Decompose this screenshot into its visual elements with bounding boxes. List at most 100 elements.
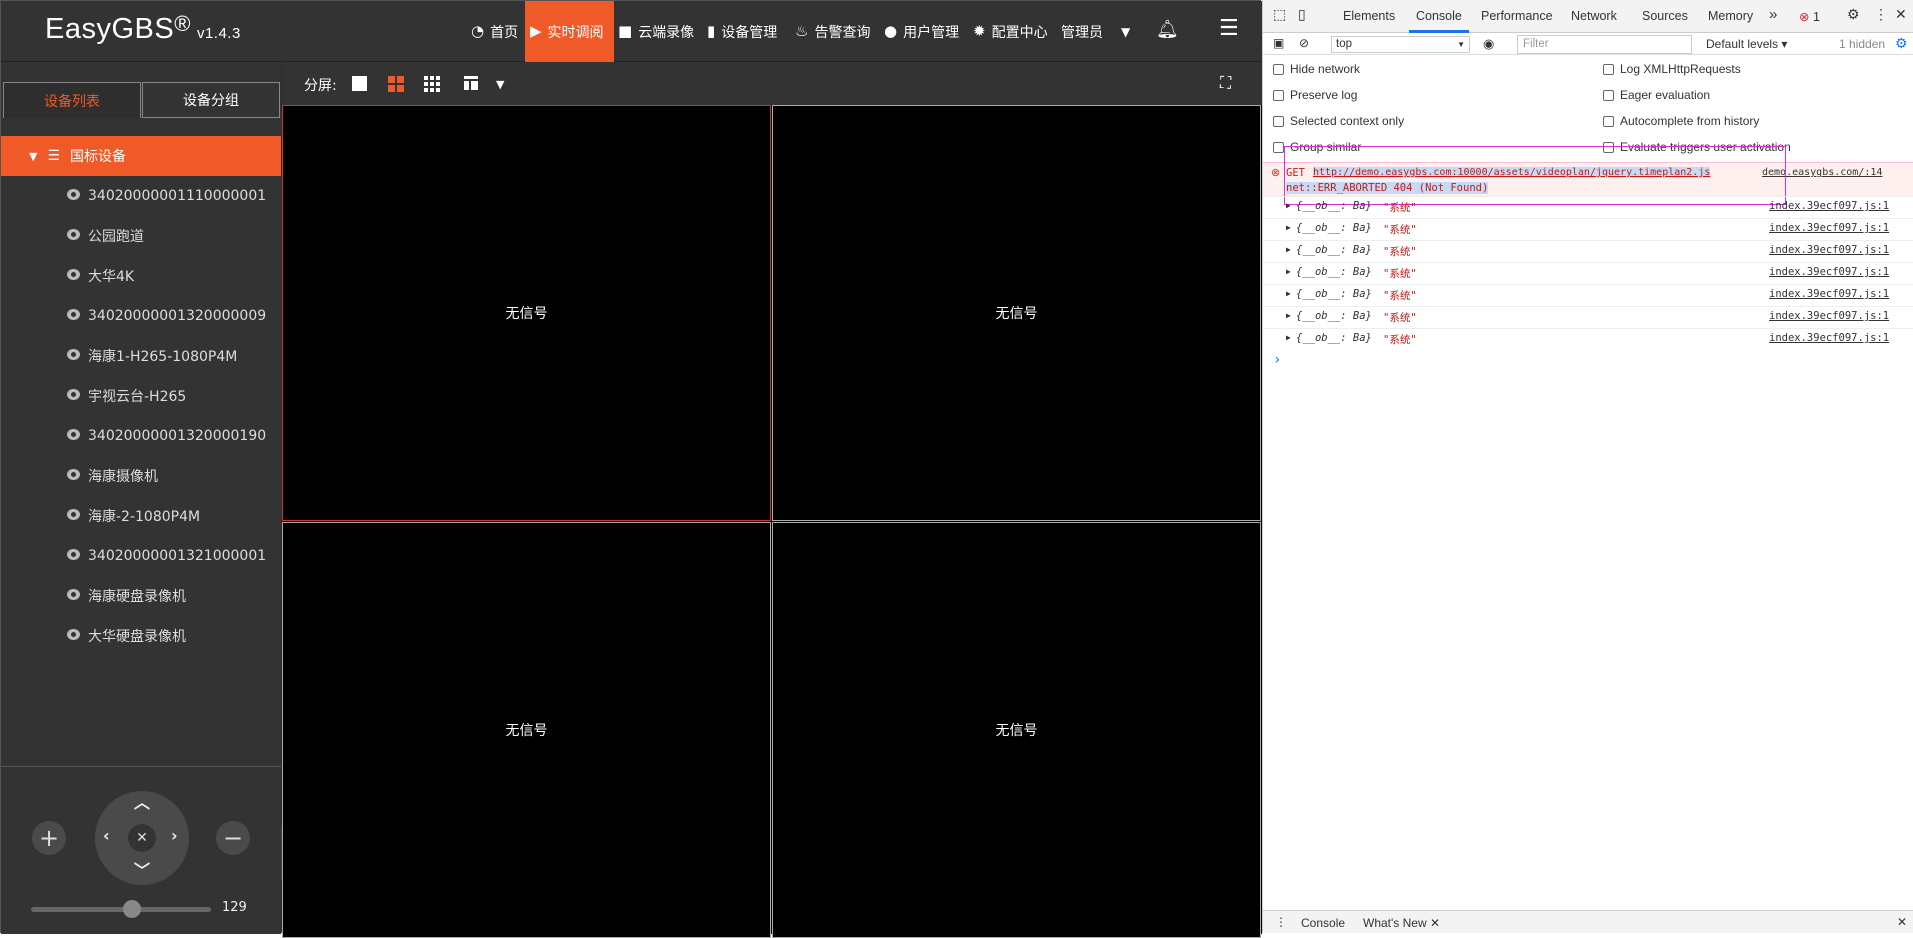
close-icon[interactable]: ✕ — [1895, 6, 1907, 23]
device-item[interactable]: 34020000001321000001 — [1, 536, 281, 576]
checkbox[interactable] — [1603, 63, 1614, 75]
split-1-icon[interactable] — [352, 76, 367, 91]
kebab-menu-icon[interactable]: ⋮ — [1874, 6, 1888, 23]
tab-memory[interactable]: Memory — [1708, 9, 1753, 23]
video-cell[interactable]: 无信号 — [772, 105, 1261, 521]
video-cell[interactable]: 无信号 — [282, 105, 771, 521]
clear-console-icon[interactable]: ⊘ — [1299, 36, 1309, 50]
user-menu[interactable]: 管理员 ▼ — [1061, 1, 1130, 62]
ptz-right-button[interactable]: › — [171, 828, 178, 844]
console-log-row[interactable]: ▶ {__ob__: Ba} "系统" index.39ecf097.js:1 — [1263, 240, 1913, 262]
ptz-up-button[interactable]: ︿ — [134, 795, 150, 811]
log-source-link[interactable]: index.39ecf097.js:1 — [1769, 200, 1889, 212]
video-cell[interactable]: 无信号 — [772, 522, 1261, 938]
ptz-down-button[interactable]: ﹀ — [134, 863, 150, 879]
device-item[interactable]: 海康摄像机 — [1, 456, 281, 496]
device-item[interactable]: 大华硬盘录像机 — [1, 616, 281, 656]
log-source-link[interactable]: index.39ecf097.js:1 — [1769, 244, 1889, 256]
log-levels-dropdown[interactable]: Default levels ▾ — [1706, 37, 1787, 51]
expand-caret-icon[interactable]: ▶ — [1286, 223, 1291, 232]
close-icon[interactable]: ✕ — [1430, 916, 1440, 930]
console-log-row[interactable]: ▶ {__ob__: Ba} "系统" index.39ecf097.js:1 — [1263, 262, 1913, 284]
mute-mic-button[interactable]: ✕ — [128, 824, 156, 852]
nav-item-cloud-record[interactable]: ■ 云端录像 — [618, 1, 694, 62]
log-source-link[interactable]: index.39ecf097.js:1 — [1769, 222, 1889, 234]
tab-performance[interactable]: Performance — [1481, 9, 1553, 23]
log-source-link[interactable]: index.39ecf097.js:1 — [1769, 266, 1889, 278]
tab-device-group[interactable]: 设备分组 — [142, 82, 280, 118]
tab-sources[interactable]: Sources — [1642, 9, 1688, 23]
device-item[interactable]: 34020000001320000009 — [1, 296, 281, 336]
checkbox[interactable] — [1603, 89, 1614, 101]
nav-item-alarm[interactable]: ♨ 告警查询 — [795, 1, 870, 62]
nav-item-home[interactable]: ◔ 首页 — [467, 1, 522, 62]
close-drawer-icon[interactable]: ✕ — [1897, 915, 1907, 929]
drawer-tab-whats-new[interactable]: What's New ✕ — [1363, 916, 1440, 930]
tree-root-gb-devices[interactable]: ▼ ☰ 国标设备 — [1, 136, 281, 176]
tab-elements[interactable]: Elements — [1343, 9, 1395, 23]
brand-logo[interactable]: EasyGBS® v1.4.3 — [45, 11, 241, 46]
opt-hide-network[interactable]: Hide network — [1273, 62, 1360, 76]
nav-item-live[interactable]: ▶ 实时调阅 — [525, 1, 614, 62]
console-log-row[interactable]: ▶ {__ob__: Ba} "系统" index.39ecf097.js:1 — [1263, 306, 1913, 328]
inspect-element-icon[interactable]: ⬚ — [1273, 6, 1286, 23]
expand-caret-icon[interactable]: ▶ — [1286, 201, 1291, 210]
console-prompt[interactable]: › — [1273, 352, 1281, 368]
device-item[interactable]: 34020000001110000001 — [1, 176, 281, 216]
ptz-speed-slider[interactable] — [31, 900, 211, 918]
slider-handle[interactable] — [122, 900, 141, 918]
checkbox[interactable] — [1273, 115, 1284, 127]
device-item[interactable]: 公园跑道 — [1, 216, 281, 256]
log-source-link[interactable]: index.39ecf097.js:1 — [1769, 288, 1889, 300]
log-source-link[interactable]: index.39ecf097.js:1 — [1769, 332, 1889, 344]
tab-network[interactable]: Network — [1571, 9, 1617, 23]
device-item[interactable]: 海康硬盘录像机 — [1, 576, 281, 616]
tab-device-list[interactable]: 设备列表 — [3, 82, 141, 118]
zoom-out-button[interactable]: − — [216, 821, 250, 855]
nav-item-user[interactable]: ● 用户管理 — [884, 1, 959, 62]
expand-caret-icon[interactable]: ▶ — [1286, 333, 1291, 342]
bell-icon[interactable]: 🔔︎ — [1156, 19, 1179, 40]
checkbox[interactable] — [1273, 141, 1284, 153]
error-count-badge[interactable]: ⊗ 1 — [1799, 9, 1820, 24]
split-9-icon[interactable] — [424, 76, 440, 92]
device-toolbar-icon[interactable]: ▯ — [1298, 6, 1306, 23]
tab-console[interactable]: Console — [1416, 9, 1462, 23]
checkbox[interactable] — [1273, 63, 1284, 75]
expand-caret-icon[interactable]: ▶ — [1286, 245, 1291, 254]
device-item[interactable]: 宇视云台-H265 — [1, 376, 281, 416]
nav-item-config[interactable]: ✹ 配置中心 — [973, 1, 1048, 62]
checkbox[interactable] — [1603, 115, 1614, 127]
video-cell[interactable]: 无信号 — [282, 522, 771, 938]
context-select[interactable]: top ▼ — [1331, 36, 1470, 53]
ptz-left-button[interactable]: ‹ — [103, 828, 110, 844]
filter-input[interactable]: Filter — [1517, 35, 1692, 54]
layout-dropdown-icon[interactable]: ▼ — [496, 78, 512, 94]
expand-caret-icon[interactable]: ▶ — [1286, 289, 1291, 298]
device-item[interactable]: 海康-2-1080P4M — [1, 496, 281, 536]
opt-autocomplete[interactable]: Autocomplete from history — [1603, 114, 1759, 128]
console-log-row[interactable]: ▶ {__ob__: Ba} "系统" index.39ecf097.js:1 — [1263, 328, 1913, 350]
layout-icon[interactable] — [464, 76, 480, 92]
sidebar-toggle-icon[interactable]: ▣ — [1273, 36, 1284, 50]
eye-icon[interactable]: ◉ — [1483, 36, 1494, 52]
zoom-in-button[interactable]: + — [32, 821, 66, 855]
opt-eager-eval[interactable]: Eager evaluation — [1603, 88, 1710, 102]
fullscreen-icon[interactable]: ⛶ — [1220, 73, 1236, 92]
opt-preserve-log[interactable]: Preserve log — [1273, 88, 1357, 102]
console-log-row[interactable]: ▶ {__ob__: Ba} "系统" index.39ecf097.js:1 — [1263, 284, 1913, 306]
drawer-menu-icon[interactable]: ⋮ — [1275, 915, 1287, 929]
expand-caret-icon[interactable]: ▶ — [1286, 311, 1291, 320]
drawer-tab-console[interactable]: Console — [1301, 916, 1345, 930]
more-tabs-icon[interactable]: » — [1769, 6, 1777, 23]
nav-item-device-manage[interactable]: ▮ 设备管理 — [707, 1, 777, 62]
console-log-row[interactable]: ▶ {__ob__: Ba} "系统" index.39ecf097.js:1 — [1263, 196, 1913, 218]
log-source-link[interactable]: index.39ecf097.js:1 — [1769, 310, 1889, 322]
console-settings-icon[interactable]: ⚙ — [1895, 35, 1908, 52]
opt-log-xhr[interactable]: Log XMLHttpRequests — [1603, 62, 1741, 76]
checkbox[interactable] — [1273, 89, 1284, 101]
console-log-row[interactable]: ▶ {__ob__: Ba} "系统" index.39ecf097.js:1 — [1263, 218, 1913, 240]
opt-selected-context[interactable]: Selected context only — [1273, 114, 1404, 128]
expand-caret-icon[interactable]: ▶ — [1286, 267, 1291, 276]
device-item[interactable]: 海康1-H265-1080P4M — [1, 336, 281, 376]
